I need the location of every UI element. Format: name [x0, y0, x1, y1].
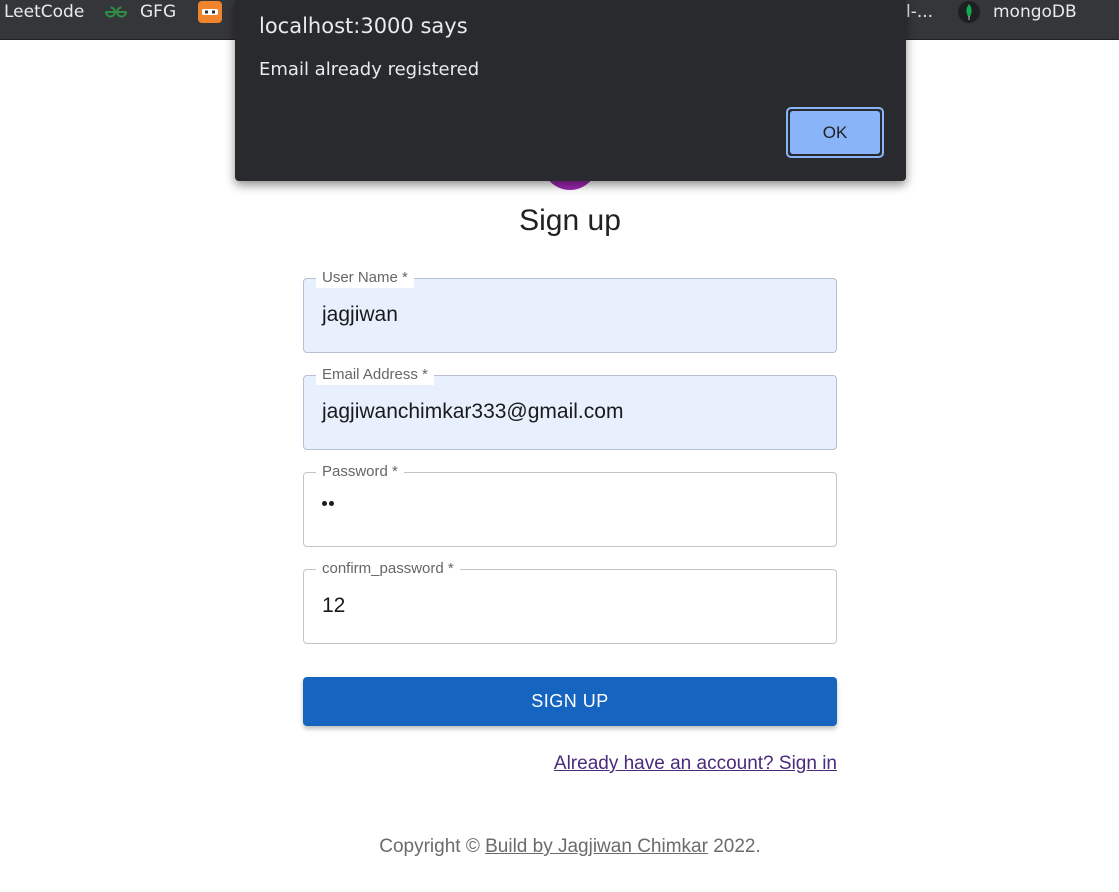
confirm-password-value: 12 [322, 594, 346, 617]
username-field[interactable]: User Name * jagjiwan [303, 268, 837, 353]
password-dot [329, 501, 334, 506]
sign-in-link[interactable]: Already have an account? Sign in [554, 753, 837, 775]
password-field[interactable]: Password * [303, 462, 837, 547]
bookmark-orange[interactable] [198, 0, 222, 24]
email-field[interactable]: Email Address * jagjiwanchimkar333@gmail… [303, 365, 837, 450]
confirm-password-field[interactable]: confirm_password * 12 [303, 559, 837, 644]
password-masked-value [322, 501, 334, 506]
bookmark-gfg[interactable]: GFG [104, 0, 176, 24]
gfg-icon [104, 5, 128, 19]
footer-prefix: Copyright © [379, 836, 480, 857]
footer-suffix: 2022. [713, 836, 761, 857]
page-title: Sign up [519, 204, 621, 237]
password-label: Password * [316, 462, 404, 482]
alert-dialog: localhost:3000 says Email already regist… [235, 0, 906, 181]
footer-author-link[interactable]: Build by Jagjiwan Chimkar [485, 836, 708, 857]
bookmark-mongodb[interactable]: mongoDB [958, 0, 1077, 24]
confirm-password-label: confirm_password * [316, 559, 460, 579]
bookmark-gfg-label: GFG [140, 2, 177, 22]
username-value: jagjiwan [322, 303, 398, 326]
password-dot [322, 501, 327, 506]
alert-message: Email already registered [259, 59, 480, 80]
username-label: User Name * [316, 268, 414, 288]
alert-title: localhost:3000 says [259, 14, 468, 38]
bookmark-leetcode[interactable]: LeetCode [4, 0, 84, 24]
bookmark-truncated[interactable]: l-... [906, 0, 933, 24]
email-label: Email Address * [316, 365, 434, 385]
sign-up-button[interactable]: SIGN UP [303, 677, 837, 726]
bookmark-leetcode-label: LeetCode [4, 2, 85, 22]
email-value: jagjiwanchimkar333@gmail.com [322, 400, 624, 423]
mongodb-leaf-icon [958, 1, 980, 23]
alert-ok-button[interactable]: OK [786, 107, 884, 158]
bookmark-truncated-label: l-... [906, 2, 934, 22]
bookmark-mongodb-label: mongoDB [993, 2, 1077, 22]
footer-copyright: Copyright © Build by Jagjiwan Chimkar 20… [0, 836, 1119, 858]
alert-ok-label: OK [790, 111, 880, 154]
ninja-icon [198, 1, 222, 23]
